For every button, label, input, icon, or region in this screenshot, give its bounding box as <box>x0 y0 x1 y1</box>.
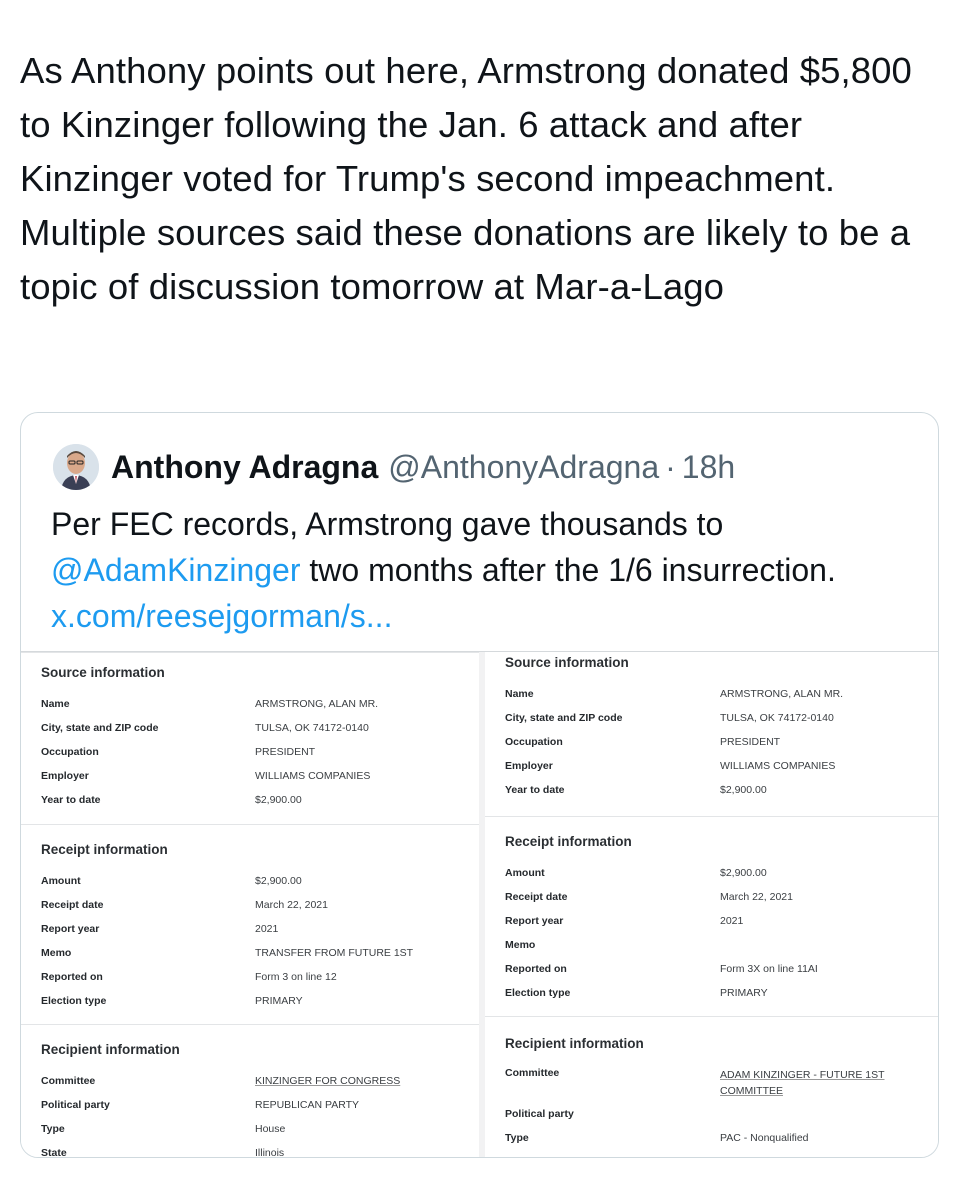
row-value: 2021 <box>255 923 279 935</box>
row-label: City, state and ZIP code <box>505 712 623 724</box>
row-value: WILLIAMS COMPANIES <box>720 760 836 772</box>
row-value: $2,900.00 <box>255 794 302 806</box>
row-label: Year to date <box>41 794 101 806</box>
attached-images[interactable]: Source information Name ARMSTRONG, ALAN … <box>21 651 938 1158</box>
avatar[interactable] <box>53 444 99 490</box>
row-label: Reported on <box>505 963 567 975</box>
row-value: PRIMARY <box>720 987 768 999</box>
row-value: WILLIAMS COMPANIES <box>255 770 371 782</box>
row-label: Election type <box>41 995 107 1007</box>
row-value: $2,900.00 <box>720 784 767 796</box>
section-title: Recipient information <box>505 1036 644 1051</box>
row-value: ARMSTRONG, ALAN MR. <box>720 688 844 700</box>
row-value: PRESIDENT <box>720 736 781 748</box>
row-value: REPUBLICAN PARTY <box>255 1099 360 1111</box>
section-title: Receipt information <box>505 834 632 849</box>
row-value: $2,900.00 <box>720 867 767 879</box>
row-value: Illinois <box>255 1147 285 1158</box>
row-label: Employer <box>505 760 553 772</box>
quoted-text-part-2: two months after the 1/6 insurrection. <box>300 552 836 588</box>
quoted-author-name[interactable]: Anthony Adragna <box>111 449 378 486</box>
quoted-tweet-text: Per FEC records, Armstrong gave thousand… <box>51 501 911 639</box>
row-label: Employer <box>41 770 89 782</box>
row-label: Type <box>41 1123 65 1135</box>
row-value: TULSA, OK 74172-0140 <box>255 722 369 734</box>
separator-dot: · <box>665 448 676 485</box>
source-info-section: Source information Name ARMSTRONG, ALAN … <box>485 652 938 817</box>
row-label: Election type <box>505 987 571 999</box>
row-label: Name <box>41 698 70 710</box>
row-label: Occupation <box>41 746 99 758</box>
row-label: Amount <box>41 875 81 887</box>
row-value: $2,900.00 <box>255 875 302 887</box>
row-value: Form 3 on line 12 <box>255 971 337 983</box>
row-label: Political party <box>505 1108 574 1120</box>
row-label: Memo <box>505 939 536 951</box>
row-label: Amount <box>505 867 545 879</box>
row-value: ARMSTRONG, ALAN MR. <box>255 698 379 710</box>
row-value: Form 3X on line 11AI <box>720 963 818 975</box>
quoted-tweet-header: Anthony Adragna @AnthonyAdragna · 18h <box>53 443 735 491</box>
row-label: Reported on <box>41 971 103 983</box>
recipient-info-section: Recipient information Committee KINZINGE… <box>21 1024 479 1158</box>
row-label: Memo <box>41 947 72 959</box>
row-label: City, state and ZIP code <box>41 722 159 734</box>
quoted-tweet-card[interactable]: Anthony Adragna @AnthonyAdragna · 18h Pe… <box>20 412 939 1158</box>
mention-link[interactable]: @AdamKinzinger <box>51 552 300 588</box>
row-label: Name <box>505 688 534 700</box>
recipient-info-section: Recipient information Committee ADAM KIN… <box>485 1016 938 1157</box>
section-title: Source information <box>41 665 165 680</box>
row-label: Receipt date <box>505 891 568 903</box>
receipt-info-section: Receipt information Amount $2,900.00 Rec… <box>21 824 479 1025</box>
row-label: Political party <box>41 1099 110 1111</box>
row-label: Report year <box>41 923 100 935</box>
row-label: Committee <box>41 1075 96 1087</box>
committee-link[interactable]: KINZINGER FOR CONGRESS <box>255 1073 440 1089</box>
committee-link[interactable]: ADAM KINZINGER - FUTURE 1ST COMMITTEE <box>720 1067 905 1099</box>
tweet-text: As Anthony points out here, Armstrong do… <box>20 50 923 307</box>
row-value: TRANSFER FROM FUTURE 1ST <box>255 947 414 959</box>
row-label: Year to date <box>505 784 565 796</box>
quoted-tweet-time[interactable]: 18h <box>682 449 735 486</box>
row-value: 2021 <box>720 915 744 927</box>
source-info-section: Source information Name ARMSTRONG, ALAN … <box>21 652 479 825</box>
quoted-text-part-1: Per FEC records, Armstrong gave thousand… <box>51 506 724 542</box>
section-title: Receipt information <box>41 842 168 857</box>
row-value: PAC - Nonqualified <box>720 1132 809 1144</box>
row-value: March 22, 2021 <box>255 899 328 911</box>
row-value: TULSA, OK 74172-0140 <box>720 712 834 724</box>
row-label: Committee <box>505 1067 560 1079</box>
row-value: March 22, 2021 <box>720 891 793 903</box>
row-value: PRESIDENT <box>255 746 316 758</box>
url-link[interactable]: x.com/reesejgorman/s... <box>51 598 392 634</box>
row-label: Report year <box>505 915 564 927</box>
row-value: House <box>255 1123 286 1135</box>
row-label: Occupation <box>505 736 563 748</box>
row-label: Type <box>505 1132 529 1144</box>
row-label: Receipt date <box>41 899 104 911</box>
section-title: Recipient information <box>41 1042 180 1057</box>
section-title: Source information <box>505 655 629 670</box>
row-label: State <box>41 1147 67 1158</box>
row-value: PRIMARY <box>255 995 303 1007</box>
quoted-author-handle[interactable]: @AnthonyAdragna <box>388 449 659 486</box>
receipt-info-section: Receipt information Amount $2,900.00 Rec… <box>485 816 938 1017</box>
